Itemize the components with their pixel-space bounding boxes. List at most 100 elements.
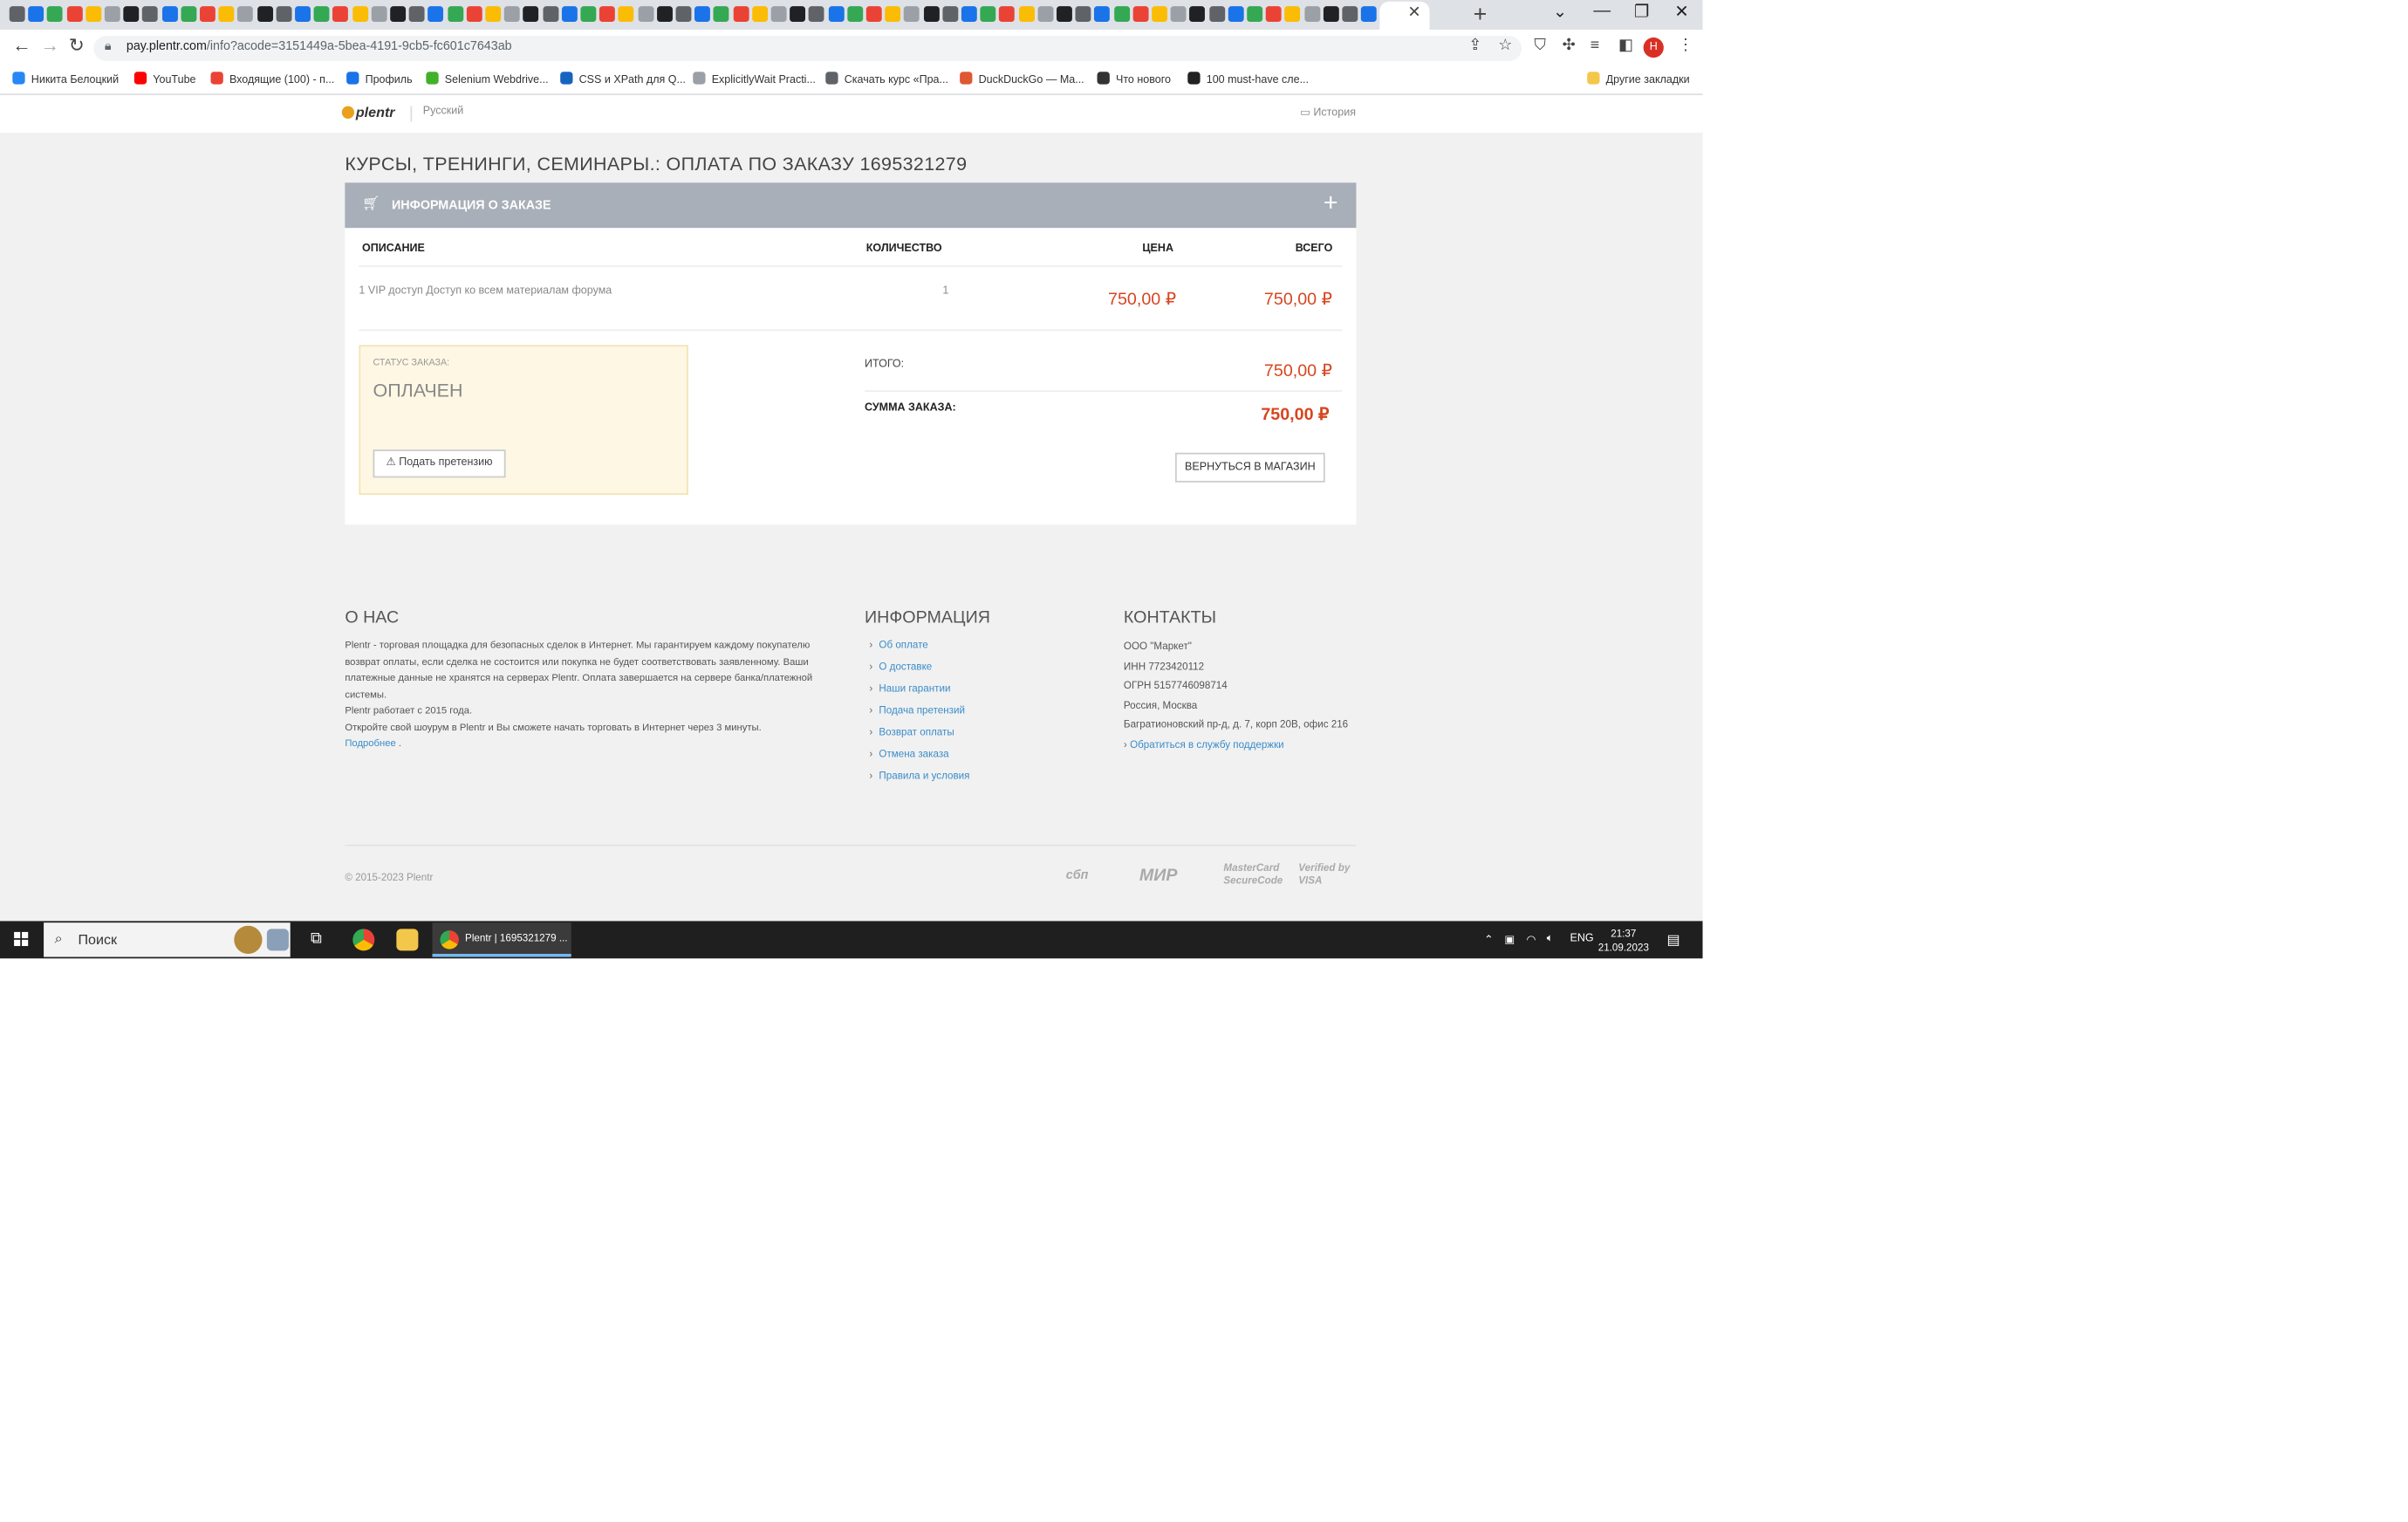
tab-favicon-icon[interactable] — [466, 6, 482, 23]
taskbar-clock[interactable]: 21:37 21.09.2023 — [1598, 928, 1649, 956]
tab-favicon-icon[interactable] — [181, 6, 197, 23]
tab-favicon-icon[interactable] — [751, 6, 768, 23]
url-text[interactable]: pay.plentr.com/info?acode=3151449a-5bea-… — [127, 39, 512, 53]
taskbar-window-title[interactable]: Plentr | 1695321279 ... — [465, 934, 567, 945]
tab-favicon-icon[interactable] — [428, 6, 444, 23]
tab-favicon-icon[interactable] — [846, 6, 863, 23]
bookmark-star-icon[interactable]: ☆ — [1498, 38, 1512, 55]
other-bookmarks[interactable]: Другие закладки — [1587, 72, 1690, 86]
extensions-icon[interactable]: ✣ — [1563, 38, 1576, 55]
tab-favicon-icon[interactable] — [980, 6, 996, 23]
tab-favicon-icon[interactable] — [599, 6, 616, 23]
tab-favicon-icon[interactable] — [1075, 6, 1091, 23]
volume-icon[interactable]: 🔈︎ — [1547, 934, 1554, 946]
profile-avatar[interactable]: Н — [1643, 37, 1664, 58]
history-link[interactable]: ▭ История — [1300, 106, 1356, 119]
file-explorer-icon[interactable] — [396, 929, 419, 951]
footer-info-link[interactable]: › Правила и условия — [869, 771, 969, 783]
tab-favicon-icon[interactable] — [1094, 6, 1111, 23]
tab-favicon-icon[interactable] — [1132, 6, 1149, 23]
tab-favicon-icon[interactable] — [885, 6, 901, 23]
tab-favicon-icon[interactable] — [1284, 6, 1301, 23]
tab-favicon-icon[interactable] — [1342, 6, 1358, 23]
tab-favicon-icon[interactable] — [1018, 6, 1035, 23]
bookmark-item[interactable]: YouTube — [133, 72, 196, 86]
tab-favicon-icon[interactable] — [694, 6, 711, 23]
tab-favicon-icon[interactable] — [523, 6, 539, 23]
file-claim-button[interactable]: ⚠ Подать претензию — [373, 449, 506, 478]
back-icon[interactable]: ← — [12, 34, 31, 56]
footer-info-link[interactable]: › Подача претензий — [869, 706, 965, 717]
tab-favicon-icon[interactable] — [390, 6, 407, 23]
tab-favicon-icon[interactable] — [86, 6, 101, 23]
taskbar-search-input[interactable]: Поиск — [78, 932, 117, 948]
footer-info-link[interactable]: › Наши гарантии — [869, 683, 950, 695]
network-icon[interactable]: ◠ — [1526, 934, 1536, 946]
tab-favicon-icon[interactable] — [1037, 6, 1054, 23]
tab-favicon-icon[interactable] — [295, 6, 311, 23]
tab-favicon-icon[interactable] — [1152, 6, 1168, 23]
tab-favicon-icon[interactable] — [733, 6, 749, 23]
tab-favicon-icon[interactable] — [675, 6, 692, 23]
bookmark-item[interactable]: 100 must-have слe... — [1187, 72, 1309, 86]
tab-favicon-icon[interactable] — [447, 6, 463, 23]
tab-favicon-icon[interactable] — [619, 6, 634, 23]
search-highlight-icon[interactable] — [234, 925, 263, 954]
tab-favicon-icon[interactable] — [1057, 6, 1072, 23]
tab-favicon-icon[interactable] — [999, 6, 1016, 23]
new-tab-icon[interactable]: + — [1474, 2, 1488, 28]
tray-chevron-icon[interactable]: ⌃ — [1484, 934, 1494, 946]
restore-icon[interactable]: ❐ — [1634, 2, 1650, 22]
tab-favicon-icon[interactable] — [161, 6, 178, 23]
bookmark-item[interactable]: ExplicitlyWait Practi... — [693, 72, 816, 86]
side-panel-icon[interactable]: ◧ — [1618, 38, 1633, 55]
bookmark-item[interactable]: Никита Белоцкий — [12, 72, 119, 86]
language-selector[interactable]: Русский — [423, 106, 463, 118]
shield-icon[interactable]: ⛉ — [1534, 38, 1545, 55]
tab-favicon-icon[interactable] — [142, 6, 159, 23]
tab-favicon-icon[interactable] — [828, 6, 845, 23]
footer-info-link[interactable]: › О доставке — [869, 662, 932, 673]
tab-favicon-icon[interactable] — [1361, 6, 1378, 23]
close-window-icon[interactable]: ✕ — [1674, 2, 1688, 22]
tab-favicon-icon[interactable] — [485, 6, 502, 23]
tab-favicon-icon[interactable] — [961, 6, 977, 23]
tab-favicon-icon[interactable] — [561, 6, 578, 23]
lock-icon[interactable]: 🔒︎ — [105, 39, 112, 55]
tab-favicon-icon[interactable] — [904, 6, 920, 23]
bookmark-item[interactable]: Selenium Webdrive... — [426, 72, 549, 86]
tab-favicon-icon[interactable] — [1208, 6, 1225, 23]
tab-favicon-icon[interactable] — [656, 6, 673, 23]
tab-favicon-icon[interactable] — [313, 6, 330, 23]
close-tab-icon[interactable]: ✕ — [1407, 4, 1420, 22]
keyboard-language[interactable]: ENG — [1570, 934, 1594, 945]
tab-favicon-icon[interactable] — [580, 6, 597, 23]
tab-search-icon[interactable]: ⌄ — [1553, 2, 1567, 22]
bookmark-item[interactable]: Что нового — [1097, 72, 1171, 86]
tab-favicon-icon[interactable] — [923, 6, 940, 23]
footer-info-link[interactable]: › Отмена заказа — [869, 750, 948, 761]
tab-favicon-icon[interactable] — [28, 6, 44, 23]
tab-favicon-icon[interactable] — [257, 6, 273, 23]
notifications-icon[interactable]: ▤ — [1666, 932, 1679, 950]
plentr-logo[interactable]: plentr — [341, 105, 395, 120]
tab-favicon-icon[interactable] — [1303, 6, 1320, 23]
tab-favicon-icon[interactable] — [942, 6, 958, 23]
tab-favicon-icon[interactable] — [809, 6, 825, 23]
tab-favicon-icon[interactable] — [218, 6, 235, 23]
expand-plus-icon[interactable]: + — [1324, 190, 1338, 218]
footer-info-link[interactable]: › Об оплате — [869, 640, 927, 651]
footer-info-link[interactable]: › Возврат оплаты — [869, 728, 954, 739]
tab-favicon-icon[interactable] — [409, 6, 425, 23]
bookmark-item[interactable]: Входящие (100) - п... — [210, 72, 334, 86]
tab-favicon-icon[interactable] — [1266, 6, 1282, 23]
tab-favicon-icon[interactable] — [47, 6, 64, 23]
tab-favicon-icon[interactable] — [276, 6, 292, 23]
back-to-shop-button[interactable]: ВЕРНУТЬСЯ В МАГАЗИН — [1174, 452, 1325, 483]
windows-start-icon[interactable] — [14, 931, 30, 948]
bookmark-item[interactable]: Скачать курс «Пра... — [825, 72, 948, 86]
tab-favicon-icon[interactable] — [199, 6, 215, 23]
tab-favicon-icon[interactable] — [332, 6, 349, 23]
tab-favicon-icon[interactable] — [104, 6, 120, 23]
tab-favicon-icon[interactable] — [542, 6, 558, 23]
